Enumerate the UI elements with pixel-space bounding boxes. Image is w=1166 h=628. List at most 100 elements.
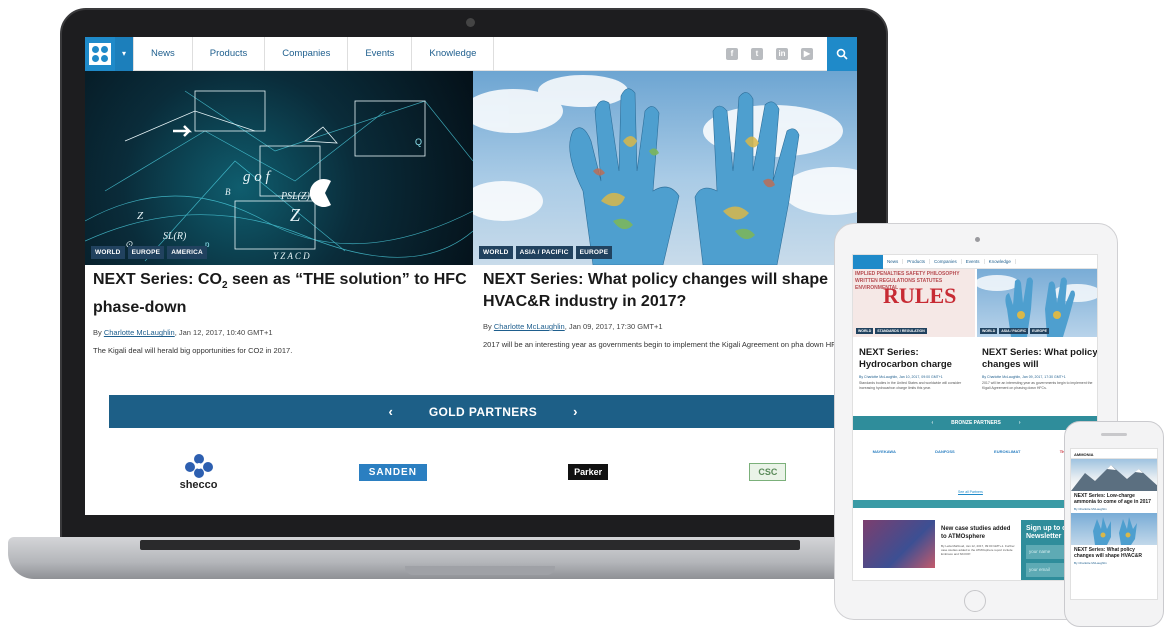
- main-menu: News Products Companies Events Knowledge: [133, 37, 495, 71]
- article-byline: By Charlotte McLaughlin, Jan 09, 2017, 1…: [982, 375, 1066, 379]
- hero-image-hands[interactable]: WORLD ASIA / PACIFIC EUROPE: [473, 71, 857, 265]
- tablet-logo[interactable]: [853, 255, 883, 269]
- painted-hands-illustration: [975, 275, 1097, 337]
- twitter-icon[interactable]: t: [751, 47, 763, 60]
- article-excerpt: 2017 will be an interesting year as gove…: [483, 340, 847, 349]
- phone-article-meta: By Charlotte McLaughlin: [1074, 561, 1107, 565]
- linkedin-icon[interactable]: in: [776, 47, 788, 60]
- tag-asia-pacific[interactable]: ASIA / PACIFIC: [999, 328, 1029, 334]
- author-link[interactable]: Charlotte McLaughlin: [104, 328, 175, 337]
- see-all-partners-link[interactable]: See all Partners: [958, 490, 983, 494]
- tag-europe[interactable]: EUROPE: [127, 246, 165, 259]
- chevron-down-icon[interactable]: ▾: [115, 37, 133, 71]
- csc-logo[interactable]: CSC: [749, 463, 787, 481]
- svg-text:Q: Q: [415, 137, 422, 147]
- section-divider: [853, 500, 1097, 508]
- partner-logos: shecco SANDEN Parker CSC: [109, 432, 857, 512]
- tag-world[interactable]: WORLD: [91, 246, 125, 259]
- article-card: NEXT Series: CO2 seen as “THE solution” …: [93, 269, 473, 356]
- nav-item-companies[interactable]: Companies: [265, 37, 349, 71]
- svg-text:Z: Z: [290, 205, 301, 225]
- phone-image-mountains[interactable]: [1071, 459, 1157, 491]
- site-logo[interactable]: [85, 37, 115, 71]
- math-diagram-illustration: g o f B PSL(Z) Z Z SL(R) ⊙ Y Z A C D Q p: [85, 90, 473, 262]
- article-title[interactable]: NEXT Series: CO2 seen as “THE solution” …: [93, 269, 473, 319]
- svg-text:B: B: [225, 187, 231, 197]
- svg-text:PSL(Z): PSL(Z): [280, 191, 311, 202]
- shecco-logo[interactable]: shecco: [180, 453, 218, 491]
- mountains-illustration: [1071, 465, 1157, 491]
- gold-partners-bar: ‹ GOLD PARTNERS ›: [109, 395, 857, 428]
- tag-world[interactable]: WORLD: [980, 328, 998, 334]
- nav-item-knowledge[interactable]: Knowledge: [412, 37, 495, 71]
- tag-america[interactable]: AMERICA: [167, 246, 207, 259]
- logo-mark-icon: [89, 42, 111, 65]
- tablet-home-button[interactable]: [964, 590, 986, 612]
- partner-logos: MAYEKAWA DANFOSS EUROKLIMAT Thermofin: [853, 449, 1097, 454]
- facebook-icon[interactable]: f: [726, 47, 738, 60]
- shecco-flake-icon: [184, 454, 213, 478]
- euroklimat-logo[interactable]: EUROKLIMAT: [994, 449, 1020, 454]
- laptop-keyboard-edge: [140, 540, 800, 550]
- tablet-hero-rules[interactable]: IMPLIED PENALTIES SAFETY PHILOSOPHY WRIT…: [853, 269, 975, 337]
- article-card: NEXT Series: What policy changes will By…: [982, 347, 1097, 391]
- nav-item-news[interactable]: News: [883, 259, 904, 264]
- painted-hands-illustration: [473, 75, 857, 265]
- article-byline: By Charlotte McLaughlin, Jan 10, 2017, 0…: [859, 375, 943, 379]
- case-study-title[interactable]: New case studies added to ATMOsphere: [941, 525, 1015, 541]
- phone-brand[interactable]: AMMONIA: [1071, 449, 1157, 459]
- nav-item-products[interactable]: Products: [193, 37, 266, 71]
- nav-item-companies[interactable]: Companies: [930, 259, 962, 264]
- search-icon: [836, 48, 848, 60]
- svg-text:SL(R): SL(R): [163, 231, 187, 242]
- danfoss-logo[interactable]: DANFOSS: [935, 449, 955, 454]
- article-title[interactable]: NEXT Series: What policy changes will: [982, 347, 1097, 371]
- article-excerpt: 2017 will be an interesting year as gove…: [982, 381, 1093, 390]
- laptop-notch: [405, 566, 555, 575]
- article-title[interactable]: NEXT Series: Hydrocarbon charge: [859, 347, 975, 371]
- nav-item-news[interactable]: News: [133, 37, 193, 71]
- article-tags: WORLD EUROPE AMERICA: [91, 246, 207, 259]
- tag-world[interactable]: WORLD: [479, 246, 513, 259]
- phone-screen: AMMONIA NEXT Series: Low-charge ammonia …: [1070, 448, 1158, 600]
- hero-image-math[interactable]: g o f B PSL(Z) Z Z SL(R) ⊙ Y Z A C D Q p…: [85, 71, 473, 265]
- phone-article-title[interactable]: NEXT Series: What policy changes will sh…: [1071, 545, 1157, 561]
- nav-item-knowledge[interactable]: Knowledge: [985, 259, 1016, 264]
- tablet-hero-hands[interactable]: WORLD ASIA / PACIFIC EUROPE: [975, 269, 1097, 337]
- sanden-logo[interactable]: SANDEN: [358, 463, 427, 481]
- site-navbar: ▾ News Products Companies Events Knowled…: [85, 37, 857, 71]
- chevron-right-icon[interactable]: ›: [573, 404, 577, 419]
- article-title[interactable]: NEXT Series: What policy changes will sh…: [483, 269, 857, 313]
- chevron-left-icon[interactable]: ‹: [932, 420, 934, 426]
- nav-item-products[interactable]: Products: [903, 259, 931, 264]
- article-card: NEXT Series: Hydrocarbon charge By Charl…: [859, 347, 975, 391]
- device-mockup-stage: ▾ News Products Companies Events Knowled…: [0, 0, 1166, 628]
- tag-asia-pacific[interactable]: ASIA / PACIFIC: [515, 246, 573, 259]
- svg-text:Y Z A C D: Y Z A C D: [273, 251, 310, 261]
- laptop-camera: [466, 18, 475, 27]
- tag-standards[interactable]: STANDARDS / REGULATION: [875, 328, 927, 334]
- parker-logo[interactable]: Parker: [568, 464, 609, 480]
- article-tags: WORLD STANDARDS / REGULATION: [856, 328, 927, 334]
- phone-article-title[interactable]: NEXT Series: Low-charge ammonia to come …: [1071, 491, 1157, 507]
- youtube-icon[interactable]: ▶: [801, 47, 813, 60]
- svg-text:g o f: g o f: [243, 169, 272, 185]
- author-link[interactable]: Charlotte McLaughlin: [494, 322, 565, 331]
- case-study-image[interactable]: [863, 520, 935, 568]
- chevron-right-icon[interactable]: ›: [1019, 420, 1021, 426]
- nav-item-events[interactable]: Events: [348, 37, 413, 71]
- mayekawa-logo[interactable]: MAYEKAWA: [873, 449, 896, 454]
- tag-world[interactable]: WORLD: [856, 328, 874, 334]
- chevron-left-icon[interactable]: ‹: [388, 404, 392, 419]
- article-byline: By Charlotte McLaughlin, Jan 09, 2017, 1…: [483, 322, 663, 331]
- nav-item-events[interactable]: Events: [962, 259, 985, 264]
- search-button[interactable]: [827, 37, 857, 71]
- phone-image-hands[interactable]: [1071, 513, 1157, 545]
- case-study-card: New case studies added to ATMOsphere By …: [941, 525, 1015, 556]
- article-excerpt: The Kigali deal will herald big opportun…: [93, 346, 293, 356]
- tag-europe[interactable]: EUROPE: [1030, 328, 1049, 334]
- svg-text:Z: Z: [137, 210, 144, 222]
- article-tags: WORLD ASIA / PACIFIC EUROPE: [980, 328, 1049, 334]
- tag-europe[interactable]: EUROPE: [575, 246, 613, 259]
- bronze-partners-title: BRONZE PARTNERS: [951, 420, 1001, 426]
